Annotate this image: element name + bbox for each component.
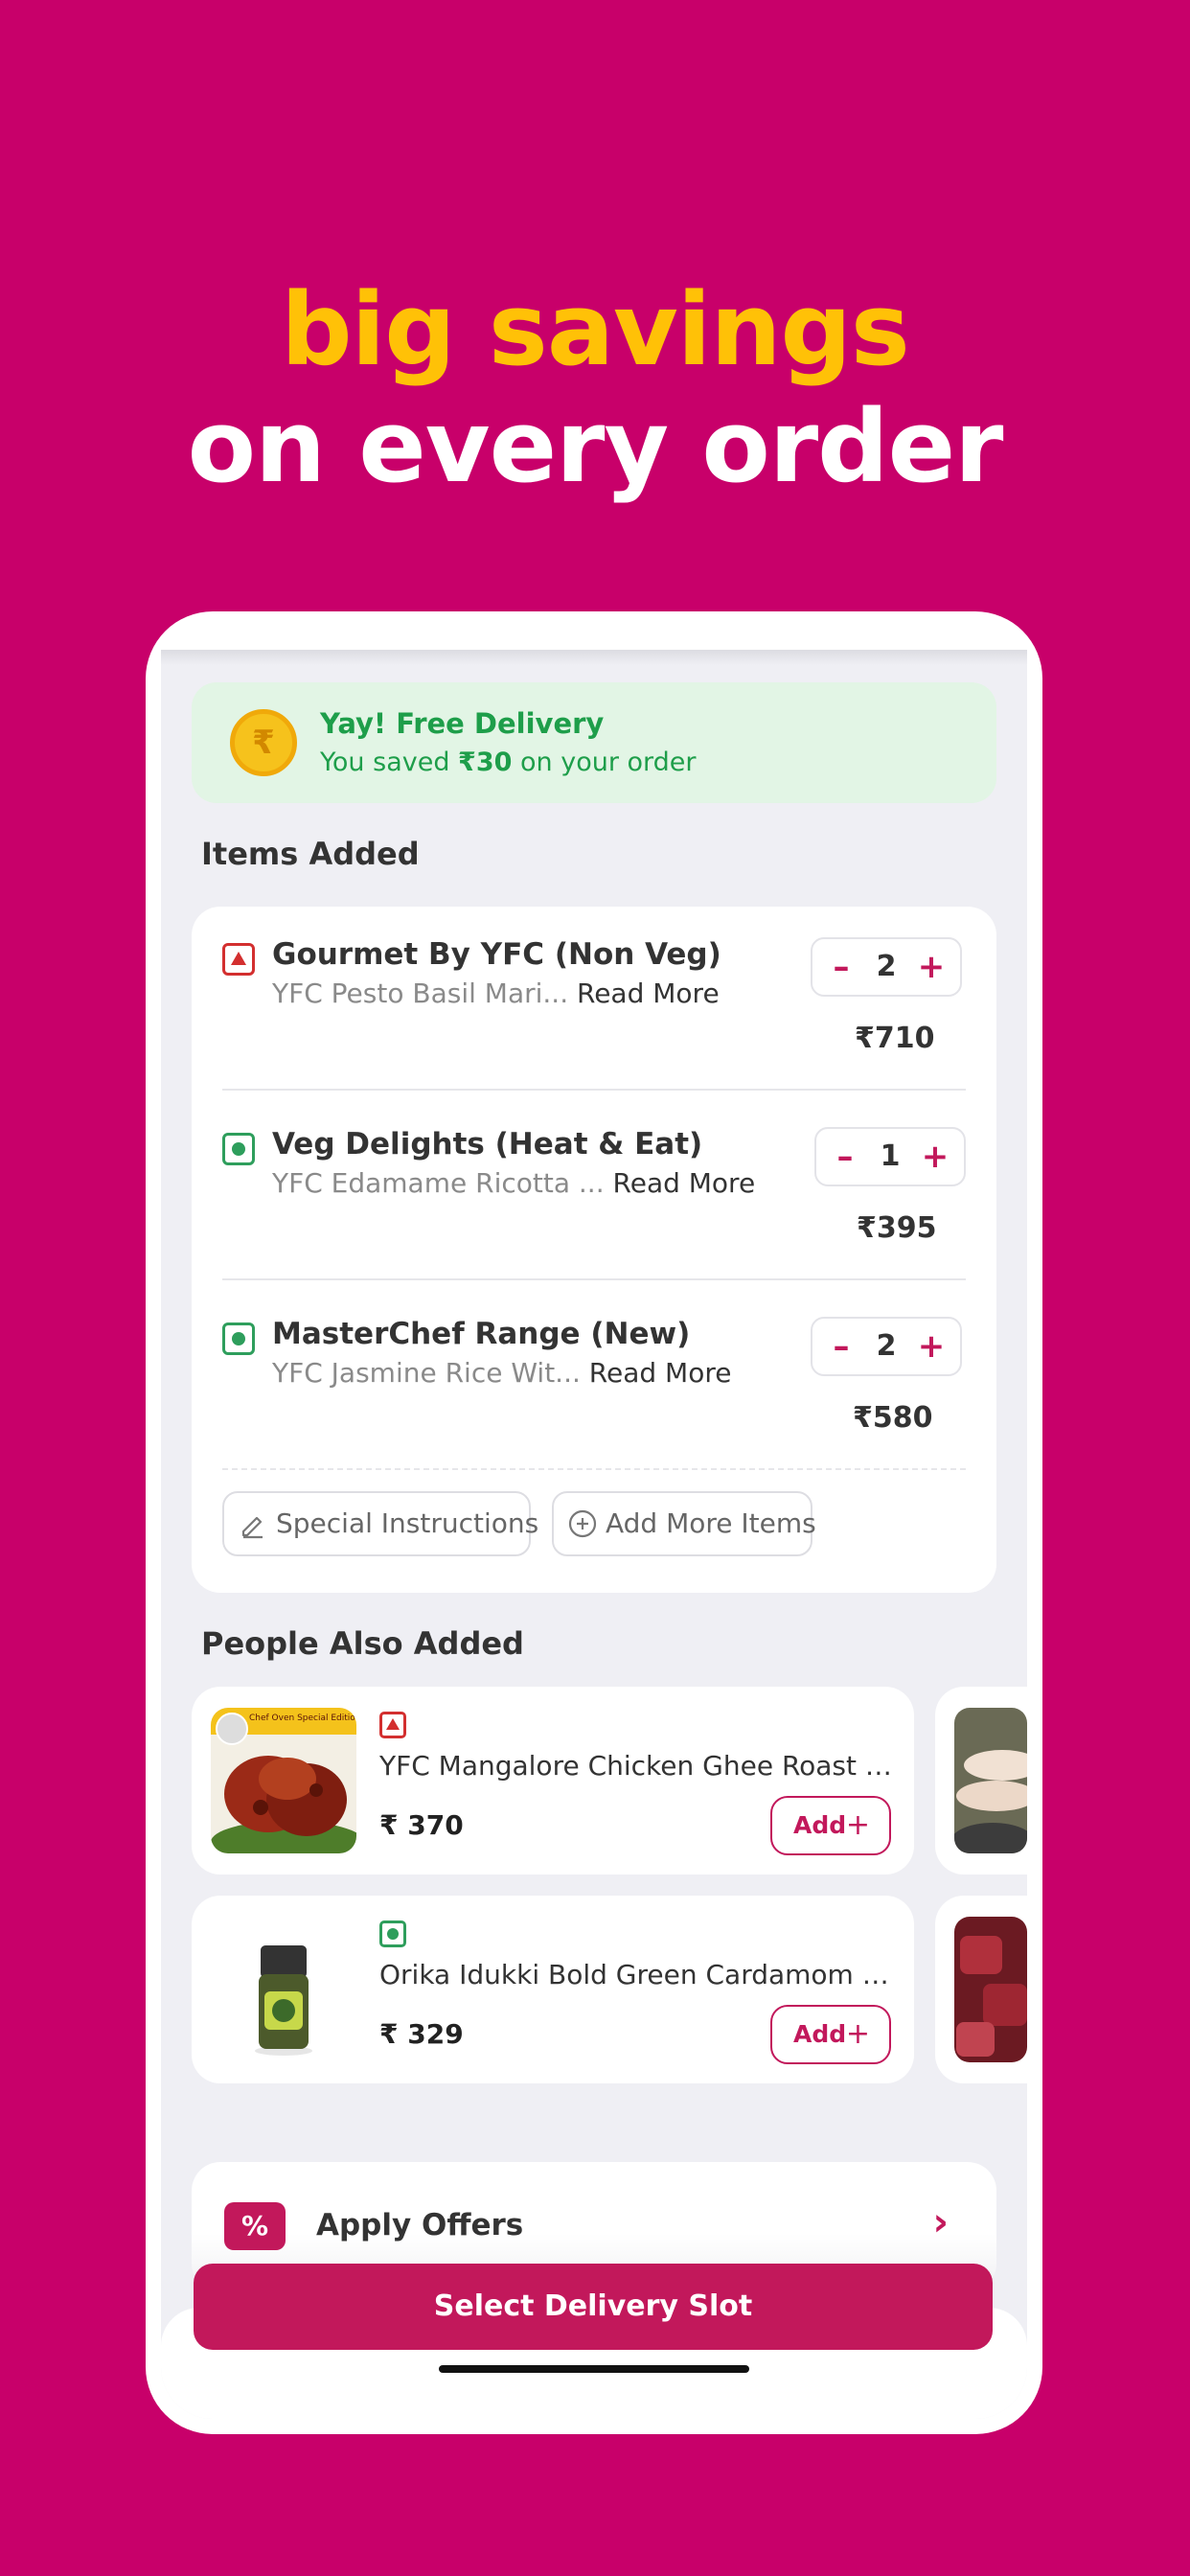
product-image (954, 1917, 1027, 2062)
veg-icon (379, 1920, 406, 1947)
cart-item: Gourmet By YFC (Non Veg) YFC Pesto Basil… (192, 907, 996, 1096)
dashed-divider (222, 1468, 966, 1470)
increase-button[interactable]: + (914, 1135, 956, 1179)
rupee-coin-icon: ₹ (230, 709, 297, 776)
phone-frame: ₹ Yay! Free Delivery You saved ₹30 on yo… (146, 611, 1042, 2434)
offer-percent-icon: % (224, 2202, 286, 2250)
item-description: YFC Pesto Basil Mari... Read More (272, 978, 720, 1009)
pencil-icon (241, 1516, 263, 1539)
recommended-product-card[interactable]: Chef Oven Special Edition YFC Mangalore … (192, 1687, 914, 1874)
product-name: Orika Idukki Bold Green Cardamom (60... (379, 1959, 897, 1990)
product-image-badge: Chef Oven Special Edition (249, 1714, 355, 1723)
special-instructions-button[interactable]: Special Instructions (222, 1491, 538, 1556)
cart-items-card: Gourmet By YFC (Non Veg) YFC Pesto Basil… (192, 907, 996, 1593)
read-more-link[interactable]: Read More (577, 978, 720, 1009)
divider (222, 1278, 966, 1280)
recommended-product-card[interactable] (935, 1896, 1027, 2083)
item-price: ₹710 (855, 1022, 935, 1055)
decrease-button[interactable]: – (820, 1324, 862, 1368)
item-name: Veg Delights (Heat & Eat) (272, 1127, 703, 1162)
increase-button[interactable]: + (910, 1324, 952, 1368)
quantity-stepper: – 2 + (811, 1317, 962, 1376)
recommended-product-card[interactable] (935, 1687, 1027, 1874)
product-name: YFC Mangalore Chicken Ghee Roast (4... (379, 1750, 897, 1782)
saved-amount: ₹30 (458, 748, 513, 777)
headline-line-2: on every order (187, 388, 1004, 505)
quantity-stepper: – 2 + (811, 937, 962, 997)
product-price: ₹ 370 (379, 1809, 464, 1841)
free-delivery-banner: ₹ Yay! Free Delivery You saved ₹30 on yo… (192, 682, 996, 803)
quantity-value: 2 (876, 950, 897, 983)
decrease-button[interactable]: – (820, 945, 862, 989)
item-description: YFC Jasmine Rice Wit... Read More (272, 1357, 732, 1389)
item-name: Gourmet By YFC (Non Veg) (272, 937, 721, 972)
nonveg-icon (222, 943, 255, 976)
home-indicator (439, 2365, 749, 2373)
plus-circle-icon (568, 1509, 597, 1538)
read-more-link[interactable]: Read More (589, 1357, 732, 1389)
add-more-items-label: Add More Items (606, 1507, 816, 1539)
select-delivery-slot-button[interactable]: Select Delivery Slot (194, 2264, 993, 2350)
chevron-right-icon: › (932, 2200, 949, 2244)
product-image: Chef Oven Special Edition (211, 1708, 356, 1853)
cart-item: Veg Delights (Heat & Eat) YFC Edamame Ri… (192, 1096, 996, 1286)
veg-icon (222, 1133, 255, 1165)
recommended-product-card[interactable]: Orika Idukki Bold Green Cardamom (60... … (192, 1896, 914, 2083)
cart-item: MasterChef Range (New) YFC Jasmine Rice … (192, 1286, 996, 1476)
quantity-value: 1 (880, 1139, 901, 1173)
product-image (954, 1708, 1027, 1853)
quantity-stepper: – 1 + (814, 1127, 966, 1186)
items-added-heading: Items Added (201, 836, 420, 872)
free-delivery-subtitle: You saved ₹30 on your order (320, 748, 697, 777)
increase-button[interactable]: + (910, 945, 952, 989)
add-button[interactable]: Add + (770, 2005, 891, 2064)
people-also-added-heading: People Also Added (201, 1625, 524, 1662)
free-delivery-title: Yay! Free Delivery (320, 707, 605, 740)
item-description: YFC Edamame Ricotta ... Read More (272, 1167, 756, 1199)
item-name: MasterChef Range (New) (272, 1317, 691, 1351)
nonveg-icon (379, 1712, 406, 1738)
add-button[interactable]: Add + (770, 1796, 891, 1855)
item-price: ₹395 (857, 1211, 937, 1245)
veg-icon (222, 1322, 255, 1355)
quantity-value: 2 (876, 1329, 897, 1363)
read-more-link[interactable]: Read More (613, 1167, 756, 1199)
special-instructions-label: Special Instructions (276, 1507, 539, 1539)
item-price: ₹580 (853, 1401, 933, 1435)
decrease-button[interactable]: – (824, 1135, 866, 1179)
headline-line-1: big savings (281, 271, 910, 388)
product-price: ₹ 329 (379, 2018, 464, 2050)
apply-offers-label: Apply Offers (316, 2208, 524, 2242)
product-image (211, 1917, 356, 2062)
divider (222, 1089, 966, 1091)
add-more-items-button[interactable]: Add More Items (552, 1491, 816, 1556)
cart-screen: ₹ Yay! Free Delivery You saved ₹30 on yo… (161, 650, 1027, 2419)
